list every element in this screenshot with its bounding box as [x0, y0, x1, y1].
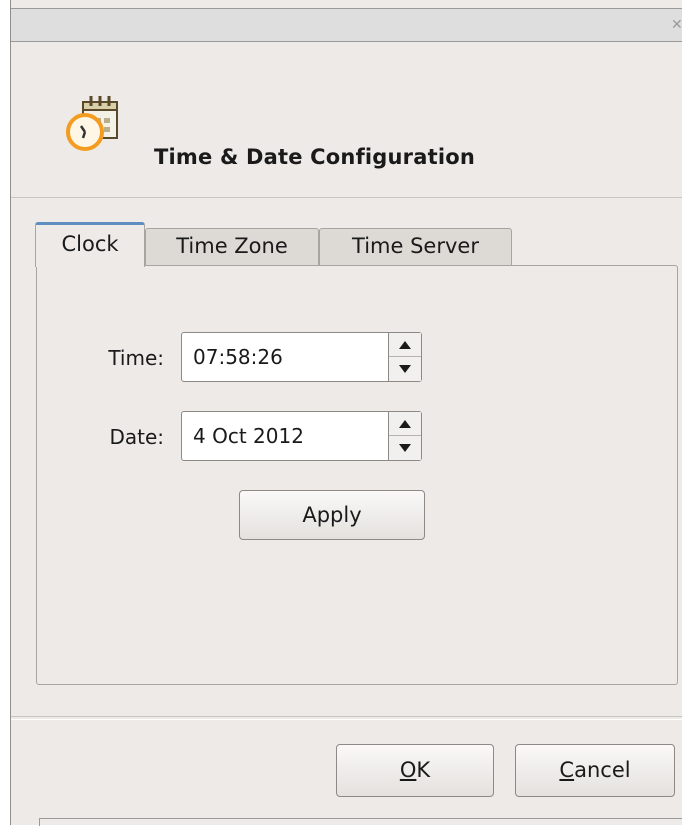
date-label: Date:	[109, 425, 164, 449]
time-spinbox[interactable]: 07:58:26	[181, 332, 422, 382]
arrow-up-icon	[399, 419, 411, 428]
arrow-down-icon	[399, 365, 411, 373]
dialog-header: Time & Date Configuration	[11, 42, 682, 198]
tab-time-server[interactable]: Time Server	[319, 228, 512, 266]
date-spinbox[interactable]: 4 Oct 2012	[181, 411, 422, 461]
cancel-mnemonic: C	[559, 758, 575, 782]
ok-mnemonic: O	[399, 758, 417, 782]
tab-time-zone[interactable]: Time Zone	[145, 228, 319, 266]
ok-button[interactable]: OK	[336, 744, 494, 797]
footer-separator	[11, 716, 682, 720]
time-label: Time:	[108, 346, 164, 370]
dialog-title: Time & Date Configuration	[154, 145, 476, 169]
time-decrement-button[interactable]	[389, 357, 421, 381]
calendar-clock-icon	[53, 92, 129, 152]
cancel-label: ancel	[574, 758, 631, 782]
cancel-button[interactable]: Cancel	[515, 744, 675, 797]
ok-label: K	[416, 758, 431, 782]
close-icon[interactable]: ✕	[671, 16, 682, 34]
time-spin-buttons	[388, 333, 421, 381]
clock-panel: Time: 07:58:26 Date: 4 Oct 2012 Apply	[36, 265, 678, 685]
date-increment-button[interactable]	[389, 412, 421, 436]
tab-clock[interactable]: Clock	[35, 222, 145, 267]
date-decrement-button[interactable]	[389, 436, 421, 460]
title-bar[interactable]: ✕	[11, 8, 682, 42]
date-spin-buttons	[388, 412, 421, 460]
apply-button[interactable]: Apply	[239, 490, 425, 540]
arrow-up-icon	[399, 340, 411, 349]
time-increment-button[interactable]	[389, 333, 421, 357]
time-input[interactable]: 07:58:26	[193, 345, 283, 369]
arrow-down-icon	[399, 444, 411, 452]
dialog-window: ✕ Time & Date Configuration Clock Time Z…	[10, 0, 682, 826]
date-input[interactable]: 4 Oct 2012	[193, 424, 304, 448]
